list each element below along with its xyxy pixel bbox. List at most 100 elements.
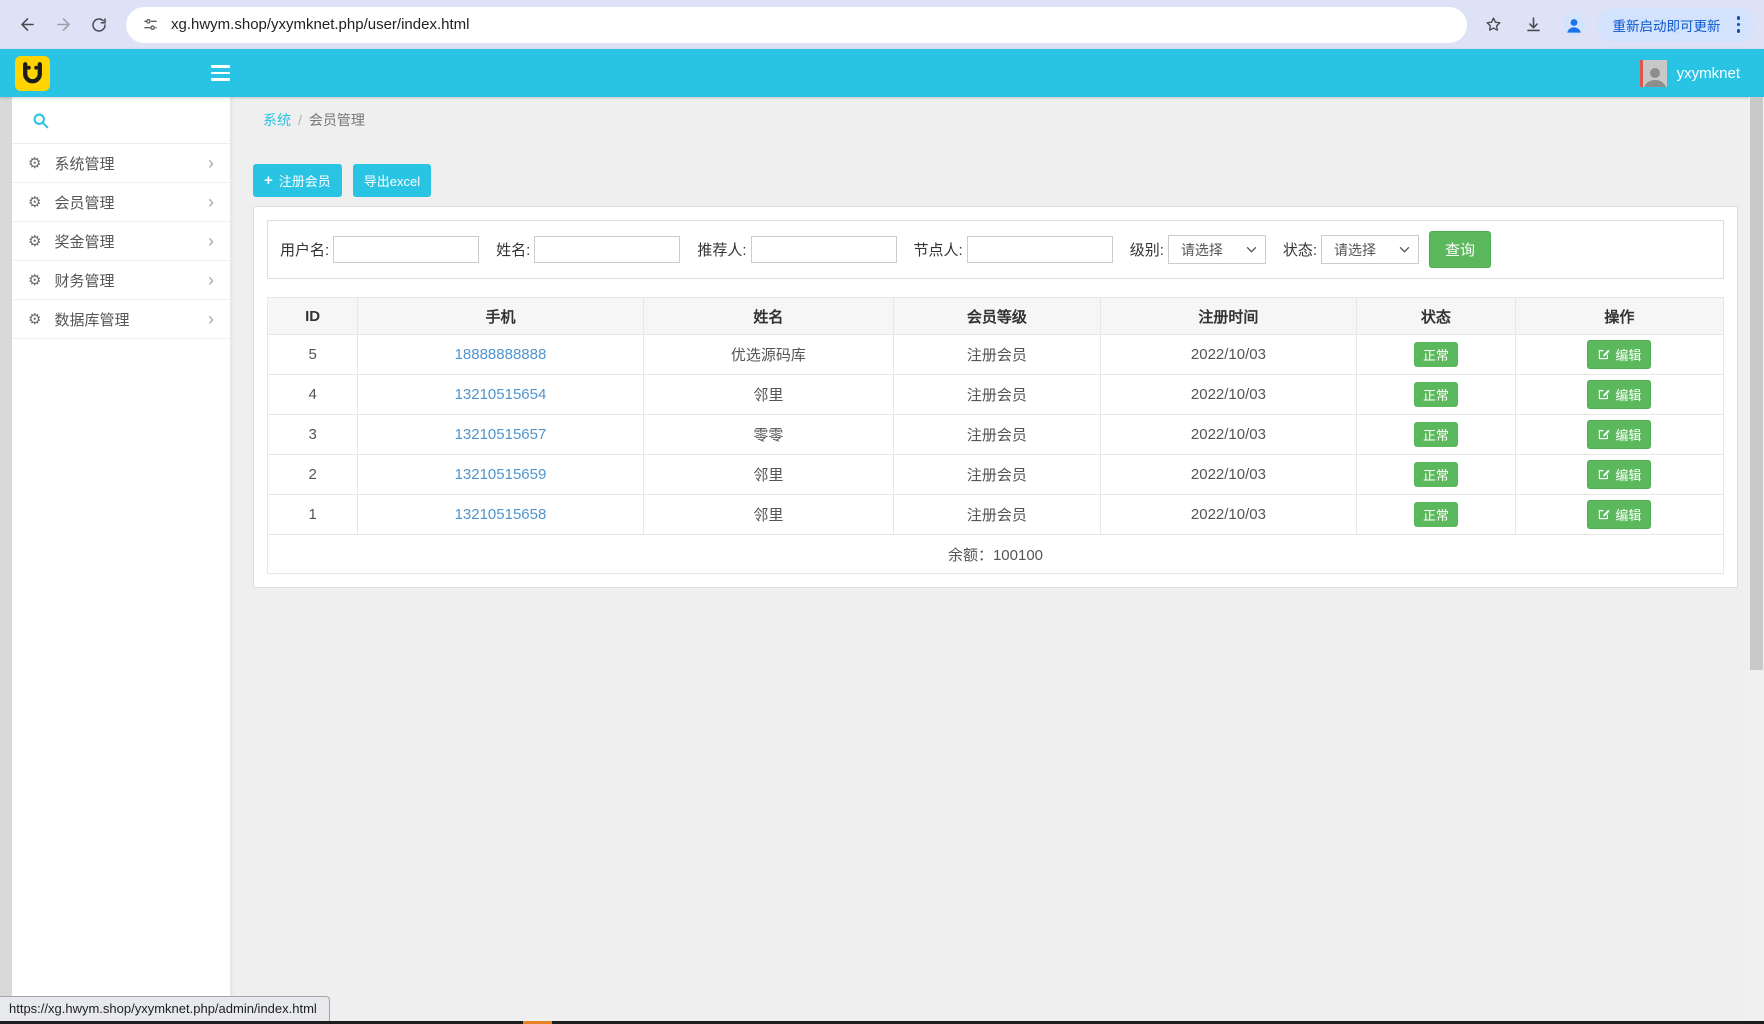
sidebar-toggle-button[interactable] xyxy=(201,49,239,97)
status-badge: 正常 xyxy=(1413,502,1458,527)
table-body: 5 18888888888 优选源码库 注册会员 2022/10/03 正常 编… xyxy=(266,334,1725,535)
sidebar-item[interactable]: ⚙ 数据库管理 › xyxy=(12,300,230,339)
username-label: 用户名: xyxy=(280,242,330,259)
page-title: 会员管理 xyxy=(308,112,365,128)
column-header: 手机 xyxy=(357,297,644,335)
sidebar-menu: ⚙ 系统管理 › ⚙ 会员管理 › ⚙ 奖金管理 › ⚙ 财务管理 › ⚙ 数据… xyxy=(12,144,230,339)
gear-icon: ⚙ xyxy=(28,232,42,250)
column-header: ID xyxy=(266,297,359,335)
logo-smiley-icon xyxy=(15,55,50,91)
avatar xyxy=(1639,59,1667,87)
gear-icon: ⚙ xyxy=(28,154,42,172)
cell-level: 注册会员 xyxy=(893,414,1101,455)
phone-link[interactable]: 13210515654 xyxy=(455,386,547,403)
back-icon xyxy=(20,18,34,31)
balance-label: 余额： xyxy=(947,546,993,564)
scrollbar-thumb[interactable] xyxy=(1750,97,1763,670)
sidebar-item[interactable]: ⚙ 会员管理 › xyxy=(12,183,230,222)
plus-icon: + xyxy=(264,172,273,189)
chevron-right-icon: › xyxy=(208,192,214,212)
sidebar-item[interactable]: ⚙ 奖金管理 › xyxy=(12,222,230,261)
edit-icon xyxy=(1599,389,1610,400)
edit-button[interactable]: 编辑 xyxy=(1587,420,1652,449)
username-input[interactable] xyxy=(333,236,480,263)
browser-update-label: 重新启动即可更新 xyxy=(1612,18,1721,34)
phone-link[interactable]: 13210515659 xyxy=(455,466,547,483)
address-bar[interactable]: xg.hwym.shop/yxymknet.php/user/index.htm… xyxy=(126,6,1467,43)
name-input[interactable] xyxy=(534,236,681,263)
reload-icon xyxy=(92,17,106,32)
profile-button[interactable] xyxy=(1557,8,1591,42)
referrer-label: 推荐人: xyxy=(697,242,747,259)
node-input[interactable] xyxy=(966,236,1113,263)
phone-link[interactable]: 18888888888 xyxy=(455,346,547,363)
balance-value: 100100 xyxy=(992,546,1044,564)
select-chevron-icon xyxy=(1246,246,1257,253)
sidebar-item-label: 奖金管理 xyxy=(54,233,115,251)
register-member-button[interactable]: + 注册会员 xyxy=(253,164,342,197)
sidebar-item-label: 财务管理 xyxy=(54,272,115,290)
gear-icon: ⚙ xyxy=(28,271,42,289)
column-header: 姓名 xyxy=(642,297,895,335)
export-excel-button[interactable]: 导出excel xyxy=(352,164,432,197)
phone-link[interactable]: 13210515657 xyxy=(455,426,547,443)
edit-button[interactable]: 编辑 xyxy=(1587,500,1652,529)
edit-icon xyxy=(1599,509,1610,520)
name-label: 姓名: xyxy=(496,242,531,259)
profile-icon xyxy=(1562,13,1585,36)
sidebar-item[interactable]: ⚙ 系统管理 › xyxy=(12,144,230,183)
edit-button[interactable]: 编辑 xyxy=(1587,340,1652,369)
table-row: 5 18888888888 优选源码库 注册会员 2022/10/03 正常 编… xyxy=(266,334,1725,375)
chevron-right-icon: › xyxy=(208,153,214,173)
cell-reg-date: 2022/10/03 xyxy=(1099,454,1358,495)
phone-link[interactable]: 13210515658 xyxy=(455,506,547,523)
bookmark-button[interactable] xyxy=(1477,8,1511,42)
cell-name: 优选源码库 xyxy=(642,334,895,375)
back-button[interactable] xyxy=(10,8,44,42)
search-button[interactable]: 查询 xyxy=(1429,231,1492,268)
filter-form: 用户名: 姓名: 推荐人: 节点人: 级别: 请选择 状态: 请选择 查询 xyxy=(267,220,1724,279)
url-text: xg.hwym.shop/yxymknet.php/user/index.htm… xyxy=(171,16,470,33)
sidebar-search[interactable] xyxy=(12,97,230,144)
level-select[interactable]: 请选择 xyxy=(1167,235,1266,264)
sidebar: ⚙ 系统管理 › ⚙ 会员管理 › ⚙ 奖金管理 › ⚙ 财务管理 › ⚙ 数据… xyxy=(12,97,230,1024)
status-select[interactable]: 请选择 xyxy=(1321,235,1420,264)
browser-menu-button[interactable] xyxy=(1731,12,1747,37)
edit-button[interactable]: 编辑 xyxy=(1587,460,1652,489)
edit-icon xyxy=(1599,429,1610,440)
balance-row: 余额：100100 xyxy=(267,534,1724,574)
cell-reg-date: 2022/10/03 xyxy=(1099,414,1358,455)
cell-level: 注册会员 xyxy=(893,334,1101,375)
edit-button[interactable]: 编辑 xyxy=(1587,380,1652,409)
cell-id: 1 xyxy=(266,494,359,535)
cell-id: 2 xyxy=(266,454,359,495)
reload-button[interactable] xyxy=(82,8,116,42)
status-badge: 正常 xyxy=(1413,462,1458,487)
downloads-button[interactable] xyxy=(1517,8,1551,42)
cell-id: 5 xyxy=(266,334,359,375)
logo-link[interactable] xyxy=(0,49,230,97)
status-badge: 正常 xyxy=(1413,382,1458,407)
cell-reg-date: 2022/10/03 xyxy=(1099,494,1358,535)
cell-name: 零零 xyxy=(642,414,895,455)
cell-id: 4 xyxy=(266,374,359,415)
level-label: 级别: xyxy=(1129,242,1164,259)
referrer-input[interactable] xyxy=(750,236,897,263)
table-row: 2 13210515659 邻里 注册会员 2022/10/03 正常 编辑 xyxy=(266,454,1725,495)
star-icon xyxy=(1486,17,1501,31)
table-row: 1 13210515658 邻里 注册会员 2022/10/03 正常 编辑 xyxy=(266,494,1725,535)
forward-button[interactable] xyxy=(46,8,80,42)
hamburger-icon xyxy=(210,65,230,68)
gear-icon: ⚙ xyxy=(28,193,42,211)
cell-name: 邻里 xyxy=(642,494,895,535)
status-label: 状态: xyxy=(1282,242,1318,259)
gear-icon: ⚙ xyxy=(28,310,42,328)
sidebar-item[interactable]: ⚙ 财务管理 › xyxy=(12,261,230,300)
username-label: yxymknet xyxy=(1676,64,1740,82)
status-badge: 正常 xyxy=(1413,422,1458,447)
user-menu[interactable]: yxymknet xyxy=(1639,59,1764,87)
site-info-icon xyxy=(144,19,157,30)
breadcrumb-root-link[interactable]: 系统 xyxy=(263,112,291,128)
download-icon xyxy=(1527,17,1540,32)
browser-update-button[interactable]: 重新启动即可更新 xyxy=(1596,7,1754,42)
